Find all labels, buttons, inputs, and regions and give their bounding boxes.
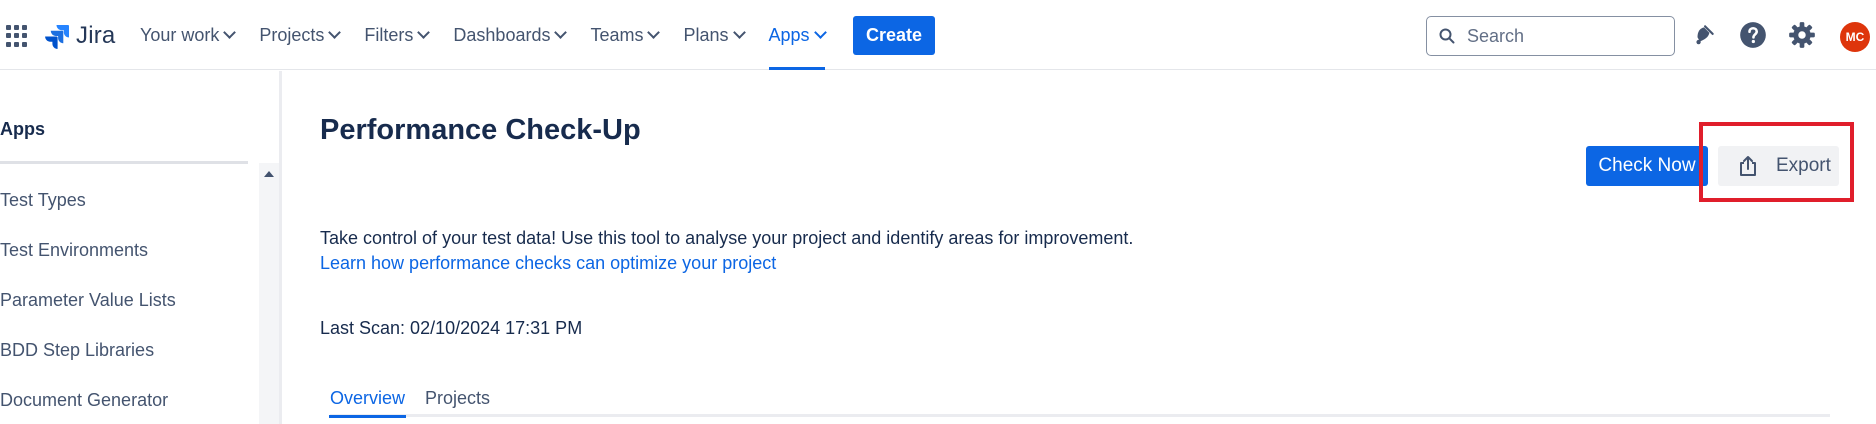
- notifications-icon: [1696, 25, 1714, 45]
- jira-logo-icon: [45, 25, 69, 49]
- tabs-underline: [330, 414, 1830, 417]
- export-label: Export: [1776, 155, 1831, 176]
- sidebar-scrollbar[interactable]: [259, 163, 279, 424]
- chevron-down-icon: [554, 26, 568, 39]
- chevron-down-icon: [328, 26, 342, 39]
- nav-item-label: Dashboards: [453, 24, 551, 45]
- nav-item-plans[interactable]: Plans: [683, 0, 746, 70]
- sidebar-divider: [0, 161, 248, 164]
- chevron-down-icon: [813, 26, 827, 39]
- nav-item-projects[interactable]: Projects: [259, 0, 342, 70]
- nav-item-label: Filters: [364, 24, 414, 45]
- sidebar-item-document-generator[interactable]: Document Generator: [0, 390, 168, 411]
- chevron-down-icon: [732, 26, 746, 39]
- share-export-icon: [1740, 156, 1756, 176]
- chevron-down-icon: [647, 26, 661, 39]
- create-button[interactable]: Create: [853, 16, 935, 55]
- nav-item-teams[interactable]: Teams: [590, 0, 661, 70]
- logo-text: Jira: [76, 22, 116, 49]
- search-input[interactable]: Search: [1426, 16, 1675, 56]
- nav-menu: Your work Projects Filters Dashboards Te…: [140, 0, 850, 70]
- jira-logo[interactable]: Jira: [44, 22, 115, 50]
- sidebar: Apps Test Types Test Environments Parame…: [0, 71, 282, 424]
- sidebar-heading: Apps: [0, 119, 45, 139]
- tab-overview[interactable]: Overview: [328, 388, 407, 418]
- sidebar-item-bdd-step-libraries[interactable]: BDD Step Libraries: [0, 340, 154, 361]
- nav-item-filters[interactable]: Filters: [364, 0, 431, 70]
- chevron-down-icon: [417, 26, 431, 39]
- last-scan-text: Last Scan: 02/10/2024 17:31 PM: [320, 318, 583, 338]
- nav-item-label: Teams: [590, 24, 644, 45]
- notifications-button[interactable]: [1689, 20, 1719, 50]
- app-switcher-icon[interactable]: [6, 25, 28, 47]
- page-description: Take control of your test data! Use this…: [320, 228, 1134, 248]
- nav-item-label: Projects: [259, 24, 325, 45]
- search-icon: [1439, 28, 1455, 44]
- top-navigation: Jira Your work Projects Filters Dashboar…: [0, 0, 1876, 70]
- nav-item-your-work[interactable]: Your work: [140, 0, 237, 70]
- nav-item-apps[interactable]: Apps: [768, 0, 827, 70]
- sidebar-item-test-environments[interactable]: Test Environments: [0, 240, 148, 261]
- nav-item-label: Apps: [768, 24, 810, 45]
- nav-item-dashboards[interactable]: Dashboards: [453, 0, 568, 70]
- help-icon: [1740, 22, 1766, 48]
- check-now-button[interactable]: Check Now: [1586, 146, 1708, 186]
- learn-more-link[interactable]: Learn how performance checks can optimiz…: [320, 253, 776, 274]
- page-title: Performance Check-Up: [320, 114, 641, 146]
- scroll-up-arrow-icon[interactable]: [264, 171, 274, 177]
- settings-icon: [1789, 22, 1815, 48]
- avatar[interactable]: MC: [1840, 22, 1870, 52]
- nav-item-label: Your work: [140, 24, 220, 45]
- nav-item-label: Plans: [683, 24, 729, 45]
- settings-button[interactable]: [1787, 20, 1817, 50]
- sidebar-item-test-types[interactable]: Test Types: [0, 190, 86, 211]
- sidebar-item-parameter-value-lists[interactable]: Parameter Value Lists: [0, 290, 176, 311]
- chevron-down-icon: [223, 26, 237, 39]
- help-button[interactable]: [1738, 20, 1768, 50]
- tab-projects[interactable]: Projects: [425, 388, 490, 409]
- search-placeholder: Search: [1467, 25, 1525, 46]
- export-button[interactable]: Export: [1718, 146, 1839, 186]
